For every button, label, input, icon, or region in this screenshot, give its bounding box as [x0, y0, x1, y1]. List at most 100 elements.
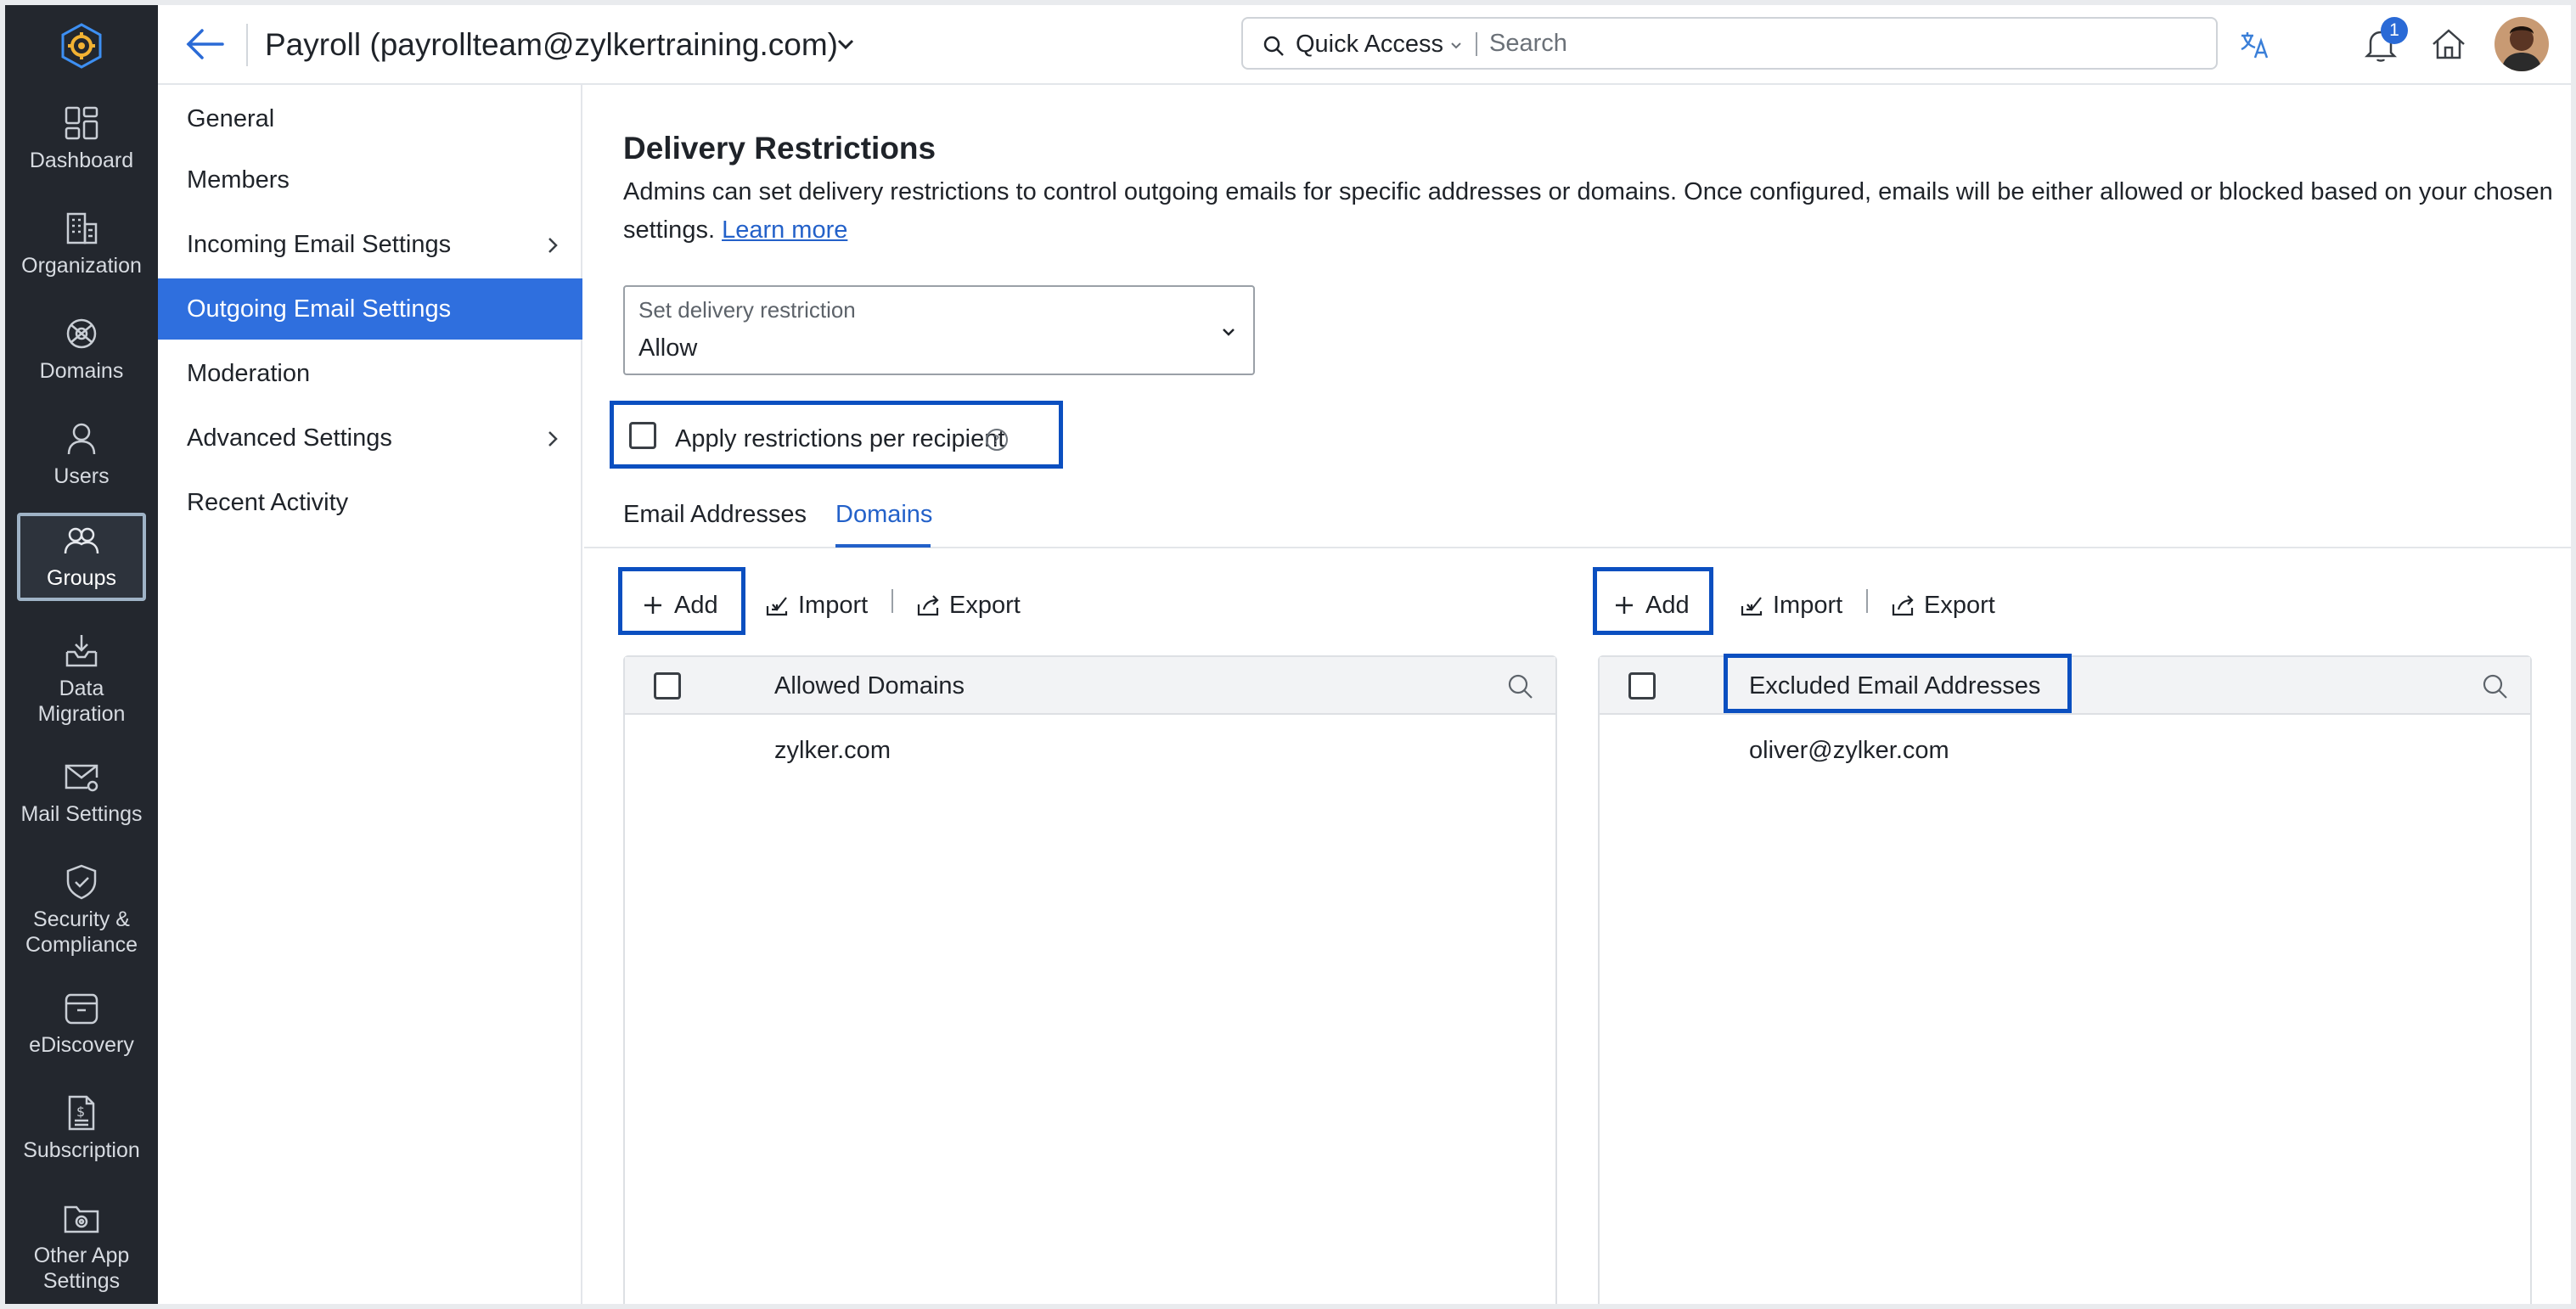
invoice-icon: $	[68, 1095, 95, 1131]
main-content: Delivery Restrictions Admins can set del…	[584, 85, 2571, 1304]
app-logo-icon[interactable]	[58, 22, 105, 70]
divider	[246, 24, 248, 66]
avatar[interactable]	[2494, 17, 2549, 71]
rail-label: Organization	[21, 254, 142, 278]
settings-nav-advanced[interactable]: Advanced Settings	[158, 407, 582, 469]
home-icon[interactable]	[2428, 24, 2469, 65]
import-icon	[766, 597, 788, 616]
app-window: Dashboard Organization Domains Users Gro…	[5, 5, 2571, 1304]
search-icon[interactable]	[1506, 672, 1535, 701]
rail-item-mail-settings[interactable]: Mail Settings	[5, 757, 158, 827]
settings-nav-members[interactable]: Members	[158, 149, 582, 211]
button-label: Add	[1645, 591, 1690, 619]
rail-label: Migration	[37, 702, 126, 726]
divider	[1476, 32, 1477, 56]
chevron-down-icon[interactable]	[835, 36, 856, 53]
plus-icon	[1616, 597, 1633, 614]
rail-item-dashboard[interactable]: Dashboard	[5, 104, 158, 173]
select-label: Set delivery restriction	[638, 297, 856, 323]
notification-badge: 1	[2381, 17, 2408, 44]
tab-email-addresses[interactable]: Email Addresses	[623, 501, 807, 529]
settings-nav: General Members Incoming Email Settings …	[158, 85, 582, 1304]
rail-item-domains[interactable]: Domains	[5, 314, 158, 384]
settings-nav-moderation[interactable]: Moderation	[158, 343, 582, 404]
settings-nav-label: Recent Activity	[187, 489, 349, 516]
rail-label: Data	[59, 677, 104, 700]
allowed-domains-panel: Allowed Domains zylker.com	[623, 655, 1557, 1304]
table-row[interactable]: zylker.com	[774, 737, 891, 765]
tab-domains[interactable]: Domains	[835, 501, 932, 529]
rail-label: Domains	[39, 359, 124, 383]
settings-nav-incoming-email[interactable]: Incoming Email Settings	[158, 214, 582, 275]
rail-item-subscription[interactable]: $ Subscription	[5, 1093, 158, 1163]
allowed-import-button[interactable]: Import	[764, 586, 868, 625]
settings-nav-label: Members	[187, 166, 290, 194]
excluded-export-button[interactable]: Export	[1890, 586, 1995, 625]
rail-label: Groups	[47, 566, 116, 590]
page-description: Admins can set delivery restrictions to …	[623, 173, 2568, 250]
rail-label: Compliance	[25, 933, 138, 957]
top-bar: Payroll (payrollteam@zylkertraining.com)…	[158, 5, 2571, 85]
main-sidebar: Dashboard Organization Domains Users Gro…	[5, 5, 158, 1304]
table-header: Excluded Email Addresses	[1600, 654, 2530, 715]
column-header: Allowed Domains	[774, 672, 965, 699]
inbox-download-icon	[65, 635, 98, 667]
back-arrow-icon[interactable]	[183, 25, 226, 63]
rail-item-other-app-settings[interactable]: Other App Settings	[5, 1199, 158, 1294]
rail-item-groups[interactable]: Groups	[17, 513, 146, 601]
chevron-right-icon	[548, 238, 558, 253]
user-photo-icon	[2494, 17, 2549, 71]
archive-box-icon	[65, 993, 98, 1025]
allowed-export-button[interactable]: Export	[915, 586, 1021, 625]
button-label: Add	[674, 591, 718, 619]
select-all-checkbox[interactable]	[1628, 672, 1656, 699]
settings-nav-outgoing-email[interactable]: Outgoing Email Settings	[158, 278, 582, 340]
chevron-right-icon	[548, 431, 558, 447]
settings-nav-recent-activity[interactable]: Recent Activity	[158, 472, 582, 533]
apply-per-recipient-checkbox[interactable]	[629, 422, 656, 449]
table-header: Allowed Domains	[625, 657, 1555, 715]
export-icon	[1892, 595, 1914, 616]
shield-check-icon	[66, 864, 97, 900]
group-icon	[64, 527, 99, 554]
svg-text:?: ?	[993, 432, 1000, 448]
rail-label: eDiscovery	[29, 1033, 134, 1057]
rail-label: Settings	[42, 1269, 121, 1293]
settings-nav-label: General	[187, 105, 275, 132]
delivery-restriction-select[interactable]: Set delivery restriction Allow	[623, 285, 1255, 375]
settings-nav-label: Outgoing Email Settings	[187, 295, 452, 323]
rail-item-security-compliance[interactable]: Security & Compliance	[5, 862, 158, 958]
allowed-add-button[interactable]: Add	[640, 586, 718, 625]
rail-label: Dashboard	[29, 149, 134, 172]
globe-icon	[66, 318, 97, 349]
import-icon	[1741, 597, 1763, 616]
search-input[interactable]	[1489, 25, 2202, 61]
rail-item-users[interactable]: Users	[5, 419, 158, 489]
plus-icon	[644, 597, 661, 614]
mail-gear-icon	[65, 764, 98, 792]
help-icon[interactable]: ?	[984, 427, 1010, 452]
export-icon	[917, 595, 939, 616]
table-row[interactable]: oliver@zylker.com	[1749, 737, 1949, 765]
learn-more-link[interactable]: Learn more	[722, 216, 847, 244]
apply-per-recipient-option: Apply restrictions per recipient ?	[610, 401, 1063, 469]
excluded-import-button[interactable]: Import	[1739, 586, 1842, 625]
divider	[1866, 589, 1868, 613]
folder-gear-icon	[64, 1205, 99, 1233]
active-tab-indicator	[835, 544, 931, 548]
rail-item-data-migration[interactable]: Data Migration	[5, 632, 158, 727]
apply-per-recipient-label: Apply restrictions per recipient	[675, 425, 1005, 452]
chevron-down-icon[interactable]	[1450, 41, 1462, 51]
rail-item-ediscovery[interactable]: eDiscovery	[5, 988, 158, 1058]
translate-icon[interactable]	[2235, 24, 2275, 65]
search-icon[interactable]	[2481, 672, 2510, 701]
excluded-add-button[interactable]: Add	[1611, 586, 1690, 625]
settings-nav-general[interactable]: General	[158, 88, 582, 149]
select-all-checkbox[interactable]	[654, 672, 681, 699]
user-icon	[67, 423, 96, 455]
search-icon	[1263, 36, 1284, 56]
rail-item-organization[interactable]: Organization	[5, 209, 158, 278]
button-label: Import	[1773, 591, 1843, 619]
search-bar: Quick Access	[1241, 17, 2218, 70]
quick-access-dropdown[interactable]: Quick Access	[1296, 31, 1443, 59]
